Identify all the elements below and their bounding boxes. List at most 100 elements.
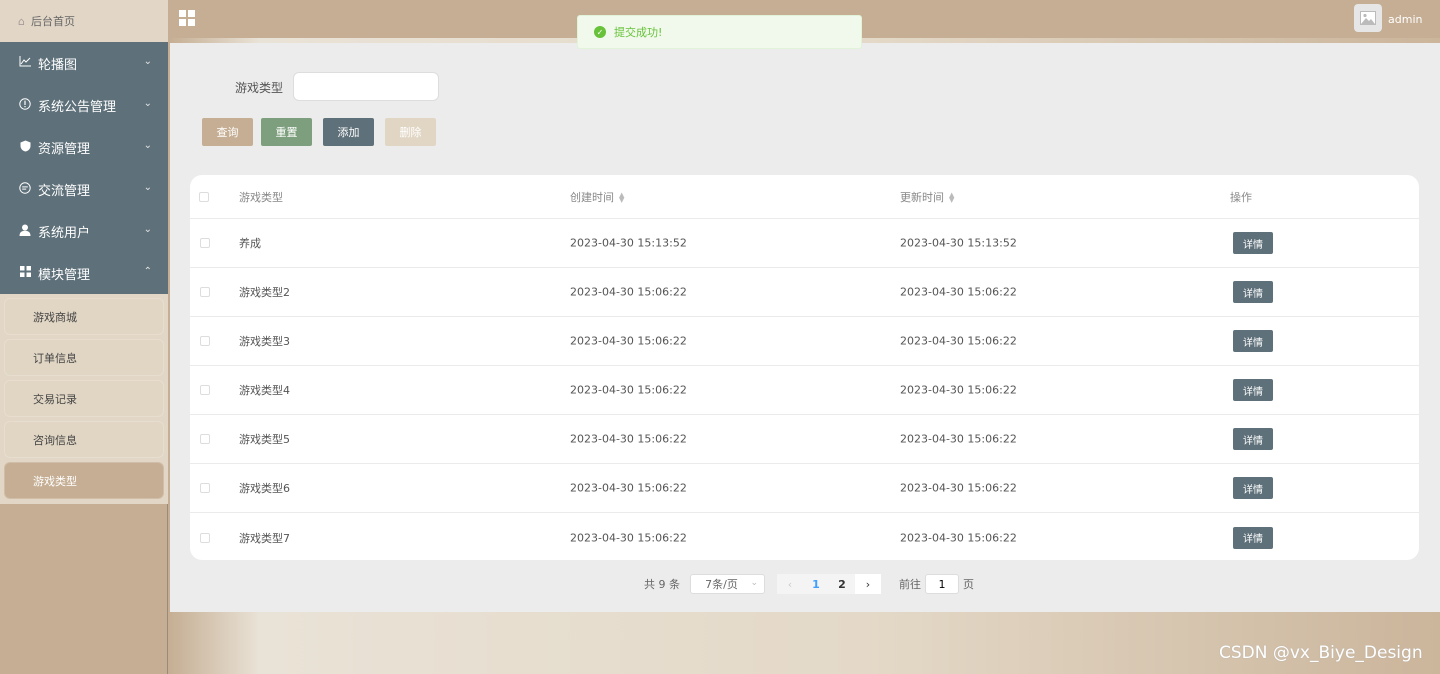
pagination: 共 9 条 7条/页 ⌄ ‹ 1 2 › 前往 页 bbox=[644, 574, 974, 594]
cell-created: 2023-04-30 15:06:22 bbox=[570, 334, 687, 348]
sidebar-background bbox=[0, 504, 168, 674]
avatar[interactable] bbox=[1354, 4, 1382, 32]
column-header-label: 更新时间 bbox=[900, 190, 944, 204]
search-input[interactable] bbox=[293, 72, 439, 101]
data-table: 游戏类型 创建时间 ▲ ▼ 更新时间 ▲ ▼ 操作 养成 2023-04-30 15:1… bbox=[190, 175, 1419, 560]
row-checkbox[interactable] bbox=[200, 336, 210, 346]
cell-type: 游戏类型7 bbox=[239, 531, 290, 545]
info-icon bbox=[18, 97, 32, 113]
prev-page-button[interactable]: ‹ bbox=[777, 574, 803, 594]
column-header-updated[interactable]: 更新时间 ▲ ▼ bbox=[900, 189, 954, 205]
add-button[interactable]: 添加 bbox=[323, 118, 374, 146]
detail-button[interactable]: 详情 bbox=[1233, 526, 1273, 549]
sidebar: ⌂ 后台首页 轮播图 ⌄ 系统公告管理 ⌄ 资源管理 ⌄ 交流管理 ⌄ 系统用户 bbox=[0, 0, 168, 507]
cell-created: 2023-04-30 15:06:22 bbox=[570, 285, 687, 299]
main-content: 游戏类型 查询 重置 添加 删除 游戏类型 创建时间 ▲ ▼ 更新时间 ▲ ▼ 操作 养… bbox=[170, 43, 1440, 612]
cell-created: 2023-04-30 15:06:22 bbox=[570, 481, 687, 495]
page-size-select[interactable]: 7条/页 ⌄ bbox=[690, 574, 765, 594]
table-header: 游戏类型 创建时间 ▲ ▼ 更新时间 ▲ ▼ 操作 bbox=[190, 175, 1419, 219]
table-row: 养成 2023-04-30 15:13:52 2023-04-30 15:13:… bbox=[190, 219, 1419, 268]
chevron-down-icon: ⌄ bbox=[750, 578, 758, 588]
sidebar-menu-label: 模块管理 bbox=[38, 267, 91, 283]
row-checkbox[interactable] bbox=[200, 385, 210, 395]
success-toast: ✓ 提交成功! bbox=[577, 15, 862, 49]
select-all-checkbox[interactable] bbox=[199, 191, 209, 202]
cell-type: 养成 bbox=[239, 237, 261, 250]
cell-created: 2023-04-30 15:06:22 bbox=[570, 432, 687, 446]
cell-updated: 2023-04-30 15:13:52 bbox=[900, 236, 1017, 250]
sidebar-menu-modules[interactable]: 模块管理 ⌃ bbox=[0, 252, 168, 294]
watermark: CSDN @vx_Biye_Design bbox=[1219, 643, 1423, 663]
cell-created: 2023-04-30 15:06:22 bbox=[570, 531, 687, 544]
table-row: 游戏类型4 2023-04-30 15:06:22 2023-04-30 15:… bbox=[190, 366, 1419, 415]
submenu-item-game-types[interactable]: 游戏类型 bbox=[4, 462, 164, 499]
table-row: 游戏类型5 2023-04-30 15:06:22 2023-04-30 15:… bbox=[190, 415, 1419, 464]
column-header-type: 游戏类型 bbox=[239, 190, 283, 204]
submenu-item-label: 订单信息 bbox=[33, 351, 77, 365]
goto-prefix: 前往 bbox=[899, 578, 921, 591]
cell-updated: 2023-04-30 15:06:22 bbox=[900, 383, 1017, 397]
goto-page: 前往 页 bbox=[899, 574, 974, 594]
goto-suffix: 页 bbox=[963, 578, 974, 591]
row-checkbox[interactable] bbox=[200, 483, 210, 493]
sort-icon[interactable]: ▲ ▼ bbox=[949, 191, 954, 203]
reset-button[interactable]: 重置 bbox=[261, 118, 312, 146]
username[interactable]: admin bbox=[1388, 13, 1422, 26]
cell-created: 2023-04-30 15:06:22 bbox=[570, 383, 687, 397]
home-icon: ⌂ bbox=[18, 14, 25, 28]
submenu-item-label: 交易记录 bbox=[33, 392, 77, 406]
sidebar-home[interactable]: ⌂ 后台首页 bbox=[0, 0, 168, 42]
cell-updated: 2023-04-30 15:06:22 bbox=[900, 531, 1017, 544]
sidebar-menu-label: 交流管理 bbox=[38, 183, 91, 199]
sort-icon[interactable]: ▲ ▼ bbox=[619, 191, 624, 203]
image-placeholder-icon bbox=[1360, 11, 1376, 25]
next-page-button[interactable]: › bbox=[855, 574, 881, 594]
submenu-item-transactions[interactable]: 交易记录 bbox=[4, 380, 164, 417]
chevron-down-icon: ⌄ bbox=[143, 224, 152, 235]
sidebar-home-label: 后台首页 bbox=[30, 15, 75, 28]
goto-page-input[interactable] bbox=[925, 574, 959, 594]
column-header-label: 创建时间 bbox=[570, 190, 614, 204]
column-header-actions: 操作 bbox=[1230, 190, 1252, 204]
page-nav: ‹ 1 2 › bbox=[777, 574, 881, 594]
row-checkbox[interactable] bbox=[200, 238, 210, 248]
table-row: 游戏类型7 2023-04-30 15:06:22 2023-04-30 15:… bbox=[190, 513, 1419, 560]
submenu-item-orders[interactable]: 订单信息 bbox=[4, 339, 164, 376]
detail-button[interactable]: 详情 bbox=[1233, 379, 1273, 401]
column-header-created[interactable]: 创建时间 ▲ ▼ bbox=[570, 189, 624, 205]
chevron-up-icon: ⌃ bbox=[143, 266, 152, 277]
chevron-down-icon: ⌄ bbox=[143, 98, 152, 109]
table-row: 游戏类型2 2023-04-30 15:06:22 2023-04-30 15:… bbox=[190, 268, 1419, 317]
row-checkbox[interactable] bbox=[200, 434, 210, 444]
cell-updated: 2023-04-30 15:06:22 bbox=[900, 432, 1017, 446]
sidebar-menu-notice[interactable]: 系统公告管理 ⌄ bbox=[0, 84, 168, 126]
sidebar-menu-communication[interactable]: 交流管理 ⌄ bbox=[0, 168, 168, 210]
sidebar-menu-users[interactable]: 系统用户 ⌄ bbox=[0, 210, 168, 252]
detail-button[interactable]: 详情 bbox=[1233, 330, 1273, 352]
detail-button[interactable]: 详情 bbox=[1233, 428, 1273, 450]
cell-type: 游戏类型4 bbox=[239, 384, 290, 397]
row-checkbox[interactable] bbox=[200, 287, 210, 297]
detail-button[interactable]: 详情 bbox=[1233, 477, 1273, 499]
user-icon bbox=[18, 224, 32, 239]
check-circle-icon: ✓ bbox=[594, 26, 606, 38]
chart-icon bbox=[18, 56, 32, 70]
page-number[interactable]: 2 bbox=[829, 574, 855, 594]
sidebar-menu-carousel[interactable]: 轮播图 ⌄ bbox=[0, 42, 168, 84]
detail-button[interactable]: 详情 bbox=[1233, 232, 1273, 254]
submenu-item-consulting[interactable]: 咨询信息 bbox=[4, 421, 164, 458]
page-number-current[interactable]: 1 bbox=[803, 574, 829, 594]
chevron-down-icon: ⌄ bbox=[143, 182, 152, 193]
row-checkbox[interactable] bbox=[200, 532, 210, 543]
detail-button[interactable]: 详情 bbox=[1233, 281, 1273, 303]
cell-type: 游戏类型3 bbox=[239, 335, 290, 348]
submenu-item-label: 咨询信息 bbox=[33, 433, 77, 447]
query-button[interactable]: 查询 bbox=[202, 118, 253, 146]
submenu-item-game-store[interactable]: 游戏商城 bbox=[4, 298, 164, 335]
pagination-total: 共 9 条 bbox=[644, 578, 680, 591]
delete-button[interactable]: 删除 bbox=[385, 118, 436, 146]
sidebar-menu-resource[interactable]: 资源管理 ⌄ bbox=[0, 126, 168, 168]
grid-icon bbox=[18, 266, 32, 280]
grid-icon[interactable] bbox=[179, 10, 196, 27]
cell-created: 2023-04-30 15:13:52 bbox=[570, 236, 687, 250]
